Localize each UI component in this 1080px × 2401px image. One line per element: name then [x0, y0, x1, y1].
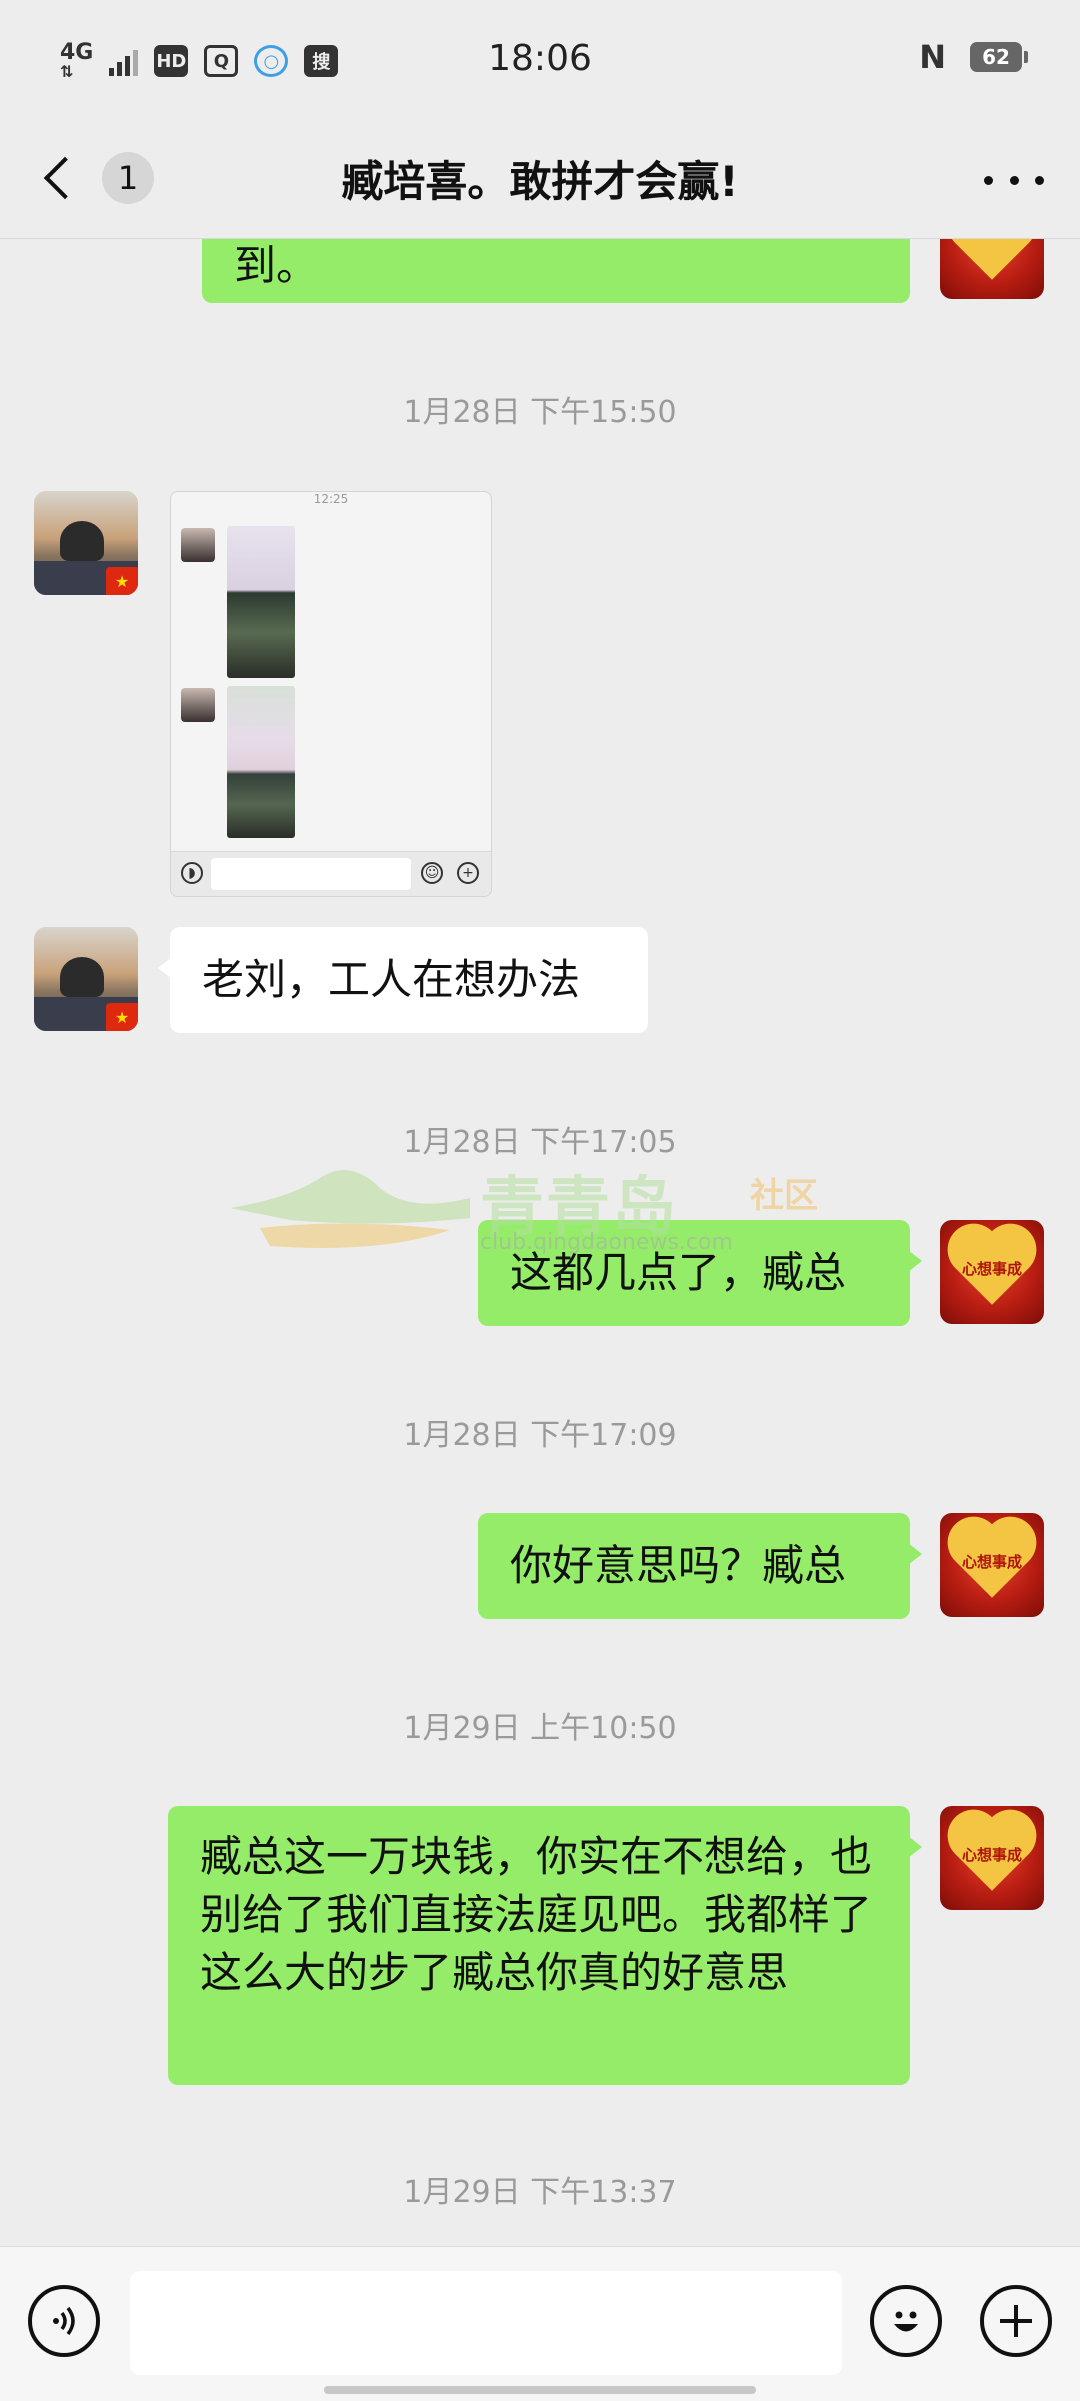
- timestamp: 1月28日 下午17:05: [403, 1125, 677, 1160]
- timestamp: 1月29日 下午13:37: [403, 2175, 677, 2210]
- self-avatar[interactable]: 心想事成: [940, 1513, 1044, 1617]
- plus-icon: [1000, 2305, 1032, 2337]
- more-dot-icon: [1009, 175, 1019, 185]
- message-text: 臧总这一万块钱，你实在不想给，也别给了我们直接法庭见吧。我都样了这么大的步了臧总…: [200, 1832, 873, 1997]
- timestamp: 1月28日 下午17:09: [403, 1418, 677, 1453]
- message-bubble-incoming[interactable]: 老刘，工人在想办法: [158, 927, 648, 1033]
- thumbnail-avatar: [181, 528, 215, 562]
- image-timestamp: 12:25: [313, 492, 349, 506]
- thumbnail-avatar: [181, 688, 215, 722]
- message-text: 你好意思吗？臧总: [510, 1541, 847, 1590]
- status-right: N 62: [919, 38, 1028, 76]
- clock: 18:06: [488, 38, 592, 79]
- message-bubble-outgoing[interactable]: 你好意思吗？臧总: [478, 1513, 922, 1619]
- status-bar: 4G ⇅ HD Q ○ 搜 18:06 N 62: [0, 0, 1080, 120]
- chat-title: 臧培喜。敢拼才会赢!: [341, 157, 739, 206]
- thumbnail-photo: [227, 526, 295, 678]
- message-bubble-outgoing[interactable]: 这都几点了，臧总: [478, 1220, 922, 1326]
- nfc-icon: N: [919, 38, 946, 76]
- message-bubble-outgoing[interactable]: 到。: [202, 239, 910, 303]
- home-indicator[interactable]: [324, 2386, 756, 2394]
- emoji-icon: [894, 2311, 918, 2332]
- voice-input-button[interactable]: [28, 2285, 100, 2357]
- avatar-caption: 心想事成: [961, 1260, 1022, 1278]
- avatar-caption: 心想事成: [961, 1846, 1022, 1864]
- self-avatar[interactable]: [940, 239, 1044, 299]
- more-dot-icon: [1035, 175, 1044, 185]
- battery-icon: 62: [970, 42, 1028, 72]
- self-avatar[interactable]: 心想事成: [940, 1220, 1044, 1324]
- more-dot-icon: [984, 175, 993, 185]
- thumbnail-photo: [227, 686, 295, 838]
- more-functions-button[interactable]: [980, 2285, 1052, 2357]
- thumbnail-input-bar: ◗ ☺ +: [171, 851, 491, 896]
- self-avatar[interactable]: 心想事成: [940, 1806, 1044, 1910]
- message-text: 到。: [234, 241, 319, 290]
- contact-avatar[interactable]: ★: [34, 927, 138, 1031]
- plus-icon: +: [457, 862, 479, 884]
- message-text: 这都几点了，臧总: [510, 1248, 847, 1297]
- voice-icon: ◗: [181, 862, 203, 884]
- message-text: 老刘，工人在想办法: [202, 955, 581, 1004]
- input-bar: [0, 2246, 1080, 2401]
- voice-icon: [53, 2306, 75, 2336]
- timestamp: 1月29日 上午10:50: [403, 1711, 677, 1746]
- message-list[interactable]: 到。 1月28日 下午15:50 ★ 12:25 ◗ ☺ + ★ 老刘，工人在想…: [0, 239, 1080, 2245]
- more-options-button[interactable]: [984, 160, 1044, 200]
- timestamp: 1月28日 下午15:50: [403, 395, 677, 430]
- china-flag-icon: ★: [106, 567, 138, 595]
- china-flag-icon: ★: [106, 1003, 138, 1031]
- emoji-icon: ☺: [421, 862, 443, 884]
- avatar-caption: 心想事成: [961, 1553, 1022, 1571]
- battery-level: 62: [982, 45, 1010, 69]
- message-input[interactable]: [130, 2271, 842, 2375]
- message-bubble-outgoing[interactable]: 臧总这一万块钱，你实在不想给，也别给了我们直接法庭见吧。我都样了这么大的步了臧总…: [168, 1806, 922, 2085]
- contact-avatar[interactable]: ★: [34, 491, 138, 595]
- emoji-button[interactable]: [870, 2285, 942, 2357]
- heart-icon: [955, 239, 1029, 280]
- image-message[interactable]: 12:25 ◗ ☺ +: [170, 491, 492, 897]
- chat-header: 1 臧培喜。敢拼才会赢!: [0, 120, 1080, 239]
